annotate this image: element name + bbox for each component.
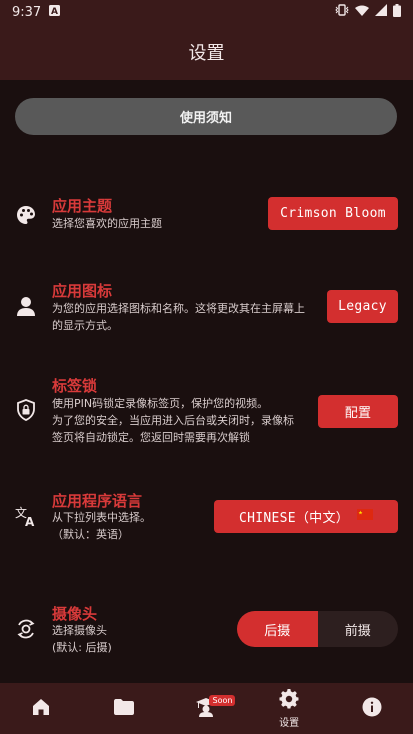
description-line: 为了您的安全，当应用进入后台或关闭时，录像标: [52, 414, 294, 427]
nav-settings-label: 设置: [279, 717, 300, 729]
notification-a-icon: A: [49, 4, 61, 20]
setting-title: 应用程序语言: [52, 492, 143, 510]
nav-coming-soon[interactable]: Soon: [176, 683, 236, 734]
description-line: （默认：英语）: [52, 528, 129, 541]
svg-text:A: A: [51, 7, 58, 16]
setting-description: 选择您喜欢的应用主题: [52, 217, 162, 230]
language-select-button[interactable]: CHINESE（中文）: [214, 500, 398, 533]
lock-shield-icon: [14, 398, 38, 422]
status-bar: 9:37 A: [0, 0, 413, 24]
usage-notice-label: 使用须知: [179, 111, 232, 126]
person-icon: [14, 294, 38, 318]
setting-description: 使用PIN码锁定录像标签页，保护您的视频。 为了您的安全，当应用进入后台或关闭时…: [52, 395, 294, 446]
camera-switch-icon: [14, 617, 38, 641]
theme-button-label: Crimson Bloom: [280, 206, 386, 221]
signal-icon: [375, 4, 387, 20]
theme-select-button[interactable]: Crimson Bloom: [268, 197, 398, 230]
gear-icon: [279, 688, 299, 712]
setting-title: 摄像头: [52, 605, 98, 623]
setting-description: 为您的应用选择图标和名称。这将更改其在主屏幕上 的显示方式。: [52, 300, 305, 334]
nav-home[interactable]: [11, 683, 71, 734]
usage-notice-button[interactable]: 使用须知: [15, 98, 397, 135]
vibrate-icon: [335, 4, 349, 20]
description-line: (默认: 后摄): [52, 641, 112, 654]
folder-icon: [113, 699, 134, 718]
nav-info[interactable]: [342, 683, 402, 734]
china-flag-icon: [357, 509, 374, 524]
nav-settings[interactable]: 设置: [259, 683, 319, 734]
camera-option-rear[interactable]: 后摄: [237, 611, 318, 647]
status-time: 9:37: [12, 4, 42, 20]
svg-text:A: A: [25, 515, 35, 527]
setting-title: 应用图标: [52, 282, 113, 300]
description-line: 选择摄像头: [52, 624, 107, 637]
tab-lock-configure-button[interactable]: 配置: [318, 395, 398, 428]
soon-badge: Soon: [209, 695, 236, 706]
camera-segmented-control: 后摄 前摄: [237, 611, 398, 647]
camera-option-front[interactable]: 前摄: [318, 611, 399, 647]
description-line: 的显示方式。: [52, 319, 118, 332]
setting-description: 选择摄像头 (默认: 后摄): [52, 622, 112, 656]
description-line: 使用PIN码锁定录像标签页，保护您的视频。: [52, 397, 269, 410]
translate-icon: 文 A: [14, 504, 38, 528]
tab-lock-button-label: 配置: [344, 406, 372, 421]
home-icon: [32, 698, 50, 719]
app-icon-button-label: Legacy: [338, 299, 387, 314]
wifi-icon: [355, 5, 369, 20]
bottom-navigation: Soon 设置: [0, 683, 413, 734]
page-header: 设置: [0, 24, 413, 80]
setting-title: 标签锁: [52, 377, 98, 395]
setting-title: 应用主题: [52, 197, 113, 215]
battery-icon: [393, 3, 401, 21]
app-icon-select-button[interactable]: Legacy: [327, 290, 398, 323]
info-icon: [362, 697, 382, 720]
description-line: 签页将自动锁定。您返回时需要再次解锁: [52, 431, 250, 444]
page-title: 设置: [188, 43, 225, 64]
language-button-label: CHINESE（中文）: [238, 511, 350, 526]
setting-description: 从下拉列表中选择。 （默认：英语）: [52, 509, 151, 543]
palette-icon: [14, 203, 38, 227]
description-line: 为您的应用选择图标和名称。这将更改其在主屏幕上: [52, 302, 305, 315]
nav-files[interactable]: [94, 683, 154, 734]
description-line: 从下拉列表中选择。: [52, 511, 151, 524]
